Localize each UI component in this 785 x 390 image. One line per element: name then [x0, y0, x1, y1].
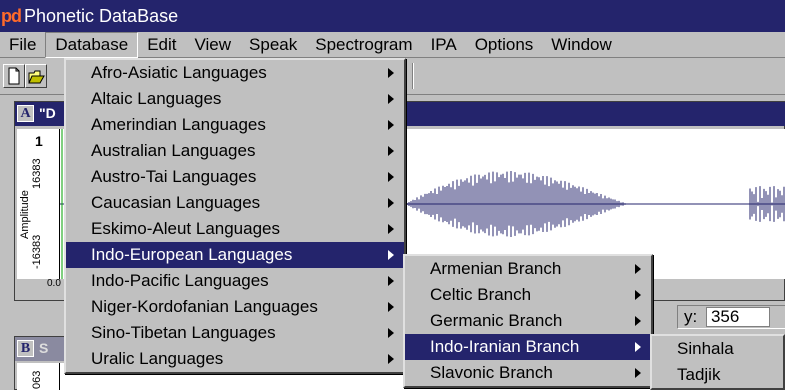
menu-item-label: Niger-Kordofanian Languages — [91, 297, 318, 316]
y-min-label: -16383 — [31, 234, 43, 269]
submenu-arrow-icon — [388, 276, 394, 286]
menu-bar: File Database Edit View Speak Spectrogra… — [0, 31, 785, 58]
submenu-arrow-icon — [388, 120, 394, 130]
open-file-button[interactable] — [25, 64, 47, 88]
submenu-arrow-icon — [635, 264, 641, 274]
toolbar-separator — [412, 63, 414, 89]
menu-item-sinhala[interactable]: Sinhala — [652, 336, 783, 362]
y-readout-value: 356 — [705, 307, 771, 327]
y-tick-label: 063 — [31, 370, 43, 389]
window-badge: A — [17, 105, 34, 122]
indo-european-submenu: Armenian Branch Celtic Branch Germanic B… — [403, 254, 653, 388]
menu-item-indo-iranian-branch[interactable]: Indo-Iranian Branch — [405, 334, 651, 360]
menu-database[interactable]: Database — [45, 31, 139, 58]
menu-view[interactable]: View — [185, 32, 240, 58]
menu-item-indo-pacific[interactable]: Indo-Pacific Languages — [66, 268, 404, 294]
submenu-arrow-icon — [388, 94, 394, 104]
menu-item-label: Australian Languages — [91, 141, 256, 160]
submenu-arrow-icon — [635, 342, 641, 352]
menu-item-altaic[interactable]: Altaic Languages — [66, 86, 404, 112]
menu-item-label: Indo-Iranian Branch — [430, 337, 580, 356]
submenu-arrow-icon — [388, 198, 394, 208]
new-file-icon — [8, 67, 20, 85]
menu-item-label: Sino-Tibetan Languages — [91, 323, 276, 342]
submenu-arrow-icon — [635, 290, 641, 300]
window-title-text: S — [39, 340, 49, 356]
menu-item-label: Indo-Pacific Languages — [91, 271, 269, 290]
window-title-text: "D — [39, 105, 56, 121]
menu-item-label: Tadjik — [677, 365, 721, 384]
title-bar: pd Phonetic DataBase — [0, 0, 785, 32]
new-file-button[interactable] — [3, 64, 25, 88]
menu-item-austro-tai[interactable]: Austro-Tai Languages — [66, 164, 404, 190]
menu-item-niger-kordofanian[interactable]: Niger-Kordofanian Languages — [66, 294, 404, 320]
menu-item-label: Germanic Branch — [430, 311, 563, 330]
menu-item-label: Indo-European Languages — [91, 245, 293, 264]
y-readout-label: y: — [684, 307, 698, 326]
menu-item-label: Uralic Languages — [91, 349, 224, 368]
menu-item-afro-asiatic[interactable]: Afro-Asiatic Languages — [66, 60, 404, 86]
menu-item-eskimo-aleut[interactable]: Eskimo-Aleut Languages — [66, 216, 404, 242]
menu-item-label: Slavonic Branch — [430, 363, 553, 382]
menu-item-label: Afro-Asiatic Languages — [91, 63, 267, 82]
database-menu: Afro-Asiatic Languages Altaic Languages … — [64, 58, 406, 374]
y-axis: 1 16383 Amplitude -16383 — [17, 129, 59, 279]
menu-spectrogram[interactable]: Spectrogram — [306, 32, 421, 58]
submenu-arrow-icon — [635, 316, 641, 326]
menu-item-label: Altaic Languages — [91, 89, 222, 108]
submenu-arrow-icon — [388, 250, 394, 260]
submenu-arrow-icon — [388, 146, 394, 156]
submenu-arrow-icon — [635, 368, 641, 378]
menu-item-australian[interactable]: Australian Languages — [66, 138, 404, 164]
menu-item-label: Armenian Branch — [430, 259, 562, 278]
indo-iranian-submenu: Sinhala Tadjik — [650, 334, 785, 390]
app-logo-icon: pd — [1, 5, 22, 26]
menu-edit[interactable]: Edit — [138, 32, 185, 58]
menu-window[interactable]: Window — [542, 32, 620, 58]
menu-ipa[interactable]: IPA — [422, 32, 466, 58]
menu-item-label: Eskimo-Aleut Languages — [91, 219, 281, 238]
menu-item-sino-tibetan[interactable]: Sino-Tibetan Languages — [66, 320, 404, 346]
menu-item-germanic-branch[interactable]: Germanic Branch — [405, 308, 651, 334]
submenu-arrow-icon — [388, 224, 394, 234]
submenu-arrow-icon — [388, 354, 394, 364]
submenu-arrow-icon — [388, 172, 394, 182]
submenu-arrow-icon — [388, 68, 394, 78]
submenu-arrow-icon — [388, 302, 394, 312]
menu-speak[interactable]: Speak — [240, 32, 306, 58]
menu-item-celtic-branch[interactable]: Celtic Branch — [405, 282, 651, 308]
menu-file[interactable]: File — [0, 32, 45, 58]
menu-item-amerindian[interactable]: Amerindian Languages — [66, 112, 404, 138]
open-folder-icon — [28, 70, 45, 84]
menu-item-armenian-branch[interactable]: Armenian Branch — [405, 256, 651, 282]
x-tick-label: 0.0 — [47, 278, 61, 289]
menu-item-label: Austro-Tai Languages — [91, 167, 257, 186]
submenu-arrow-icon — [388, 328, 394, 338]
window-badge: B — [17, 340, 34, 357]
y-axis-title: Amplitude — [19, 190, 31, 239]
menu-item-tadjik[interactable]: Tadjik — [652, 362, 783, 388]
y-max-label: 16383 — [31, 158, 43, 189]
menu-item-slavonic-branch[interactable]: Slavonic Branch — [405, 360, 651, 386]
y-axis: 063 — [17, 363, 59, 390]
channel-number: 1 — [35, 133, 43, 149]
menu-options[interactable]: Options — [466, 32, 543, 58]
menu-item-indo-european[interactable]: Indo-European Languages — [66, 242, 404, 268]
y-readout: y: 356 — [677, 305, 785, 329]
menu-item-caucasian[interactable]: Caucasian Languages — [66, 190, 404, 216]
menu-item-label: Celtic Branch — [430, 285, 532, 304]
menu-item-label: Amerindian Languages — [91, 115, 266, 134]
menu-item-uralic[interactable]: Uralic Languages — [66, 346, 404, 372]
window-title: Phonetic DataBase — [24, 5, 179, 26]
menu-item-label: Sinhala — [677, 339, 734, 358]
menu-item-label: Caucasian Languages — [91, 193, 261, 212]
